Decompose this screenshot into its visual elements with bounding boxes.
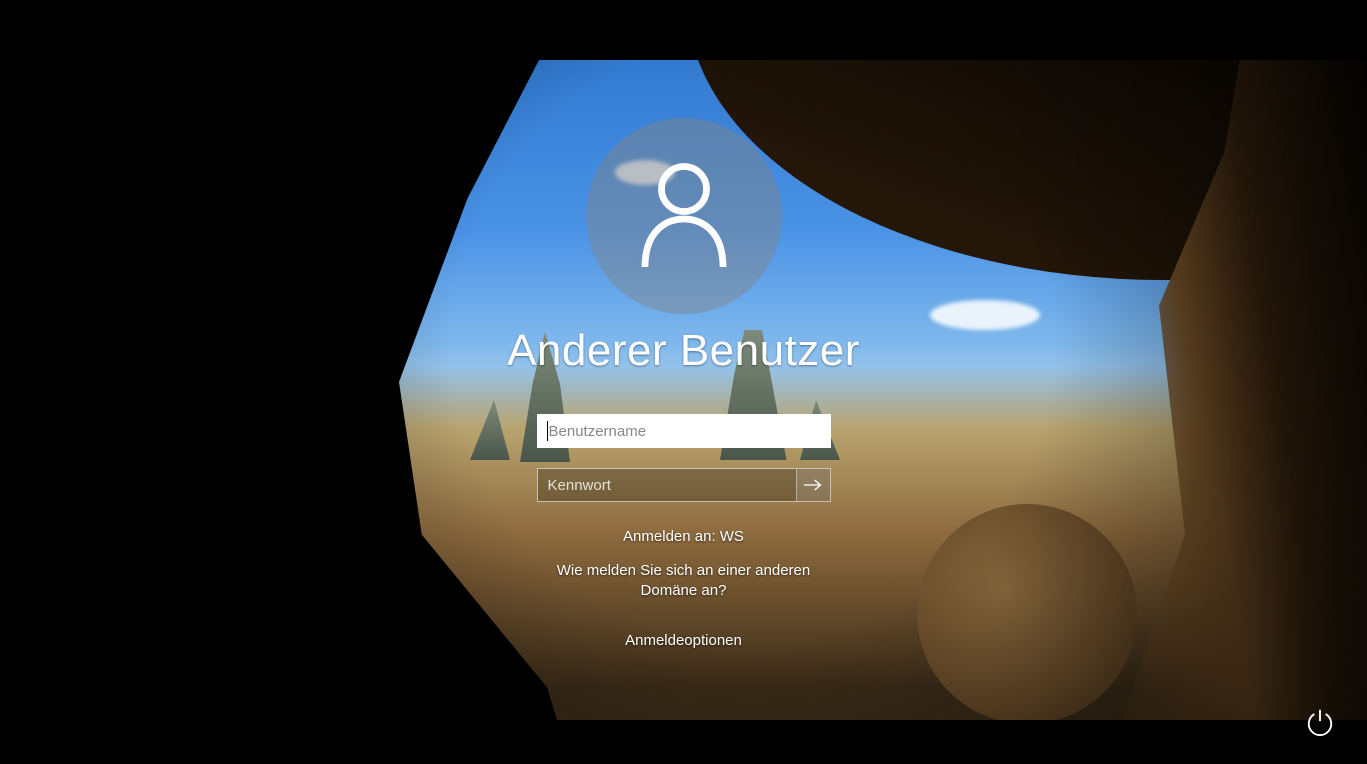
signin-domain-label: Anmelden an: WS: [623, 528, 744, 545]
other-domain-link[interactable]: Wie melden Sie sich an einer anderen Dom…: [534, 561, 834, 602]
submit-button[interactable]: [796, 469, 830, 501]
username-field-row: [537, 414, 831, 448]
arrow-right-icon: [803, 477, 823, 493]
user-title: Anderer Benutzer: [507, 326, 860, 376]
signin-options-link[interactable]: Anmeldeoptionen: [625, 632, 742, 649]
password-input[interactable]: [538, 469, 796, 501]
login-panel: Anderer Benutzer Anmelden an: WS Wie mel…: [0, 118, 1367, 649]
power-icon: [1305, 708, 1335, 738]
password-field-row: [537, 468, 831, 502]
avatar: [586, 118, 782, 314]
user-icon: [635, 162, 733, 270]
cave-rock-decoration: [0, 720, 1367, 764]
password-wrap: [537, 468, 831, 502]
power-button[interactable]: [1305, 708, 1335, 738]
username-input[interactable]: [537, 414, 831, 448]
